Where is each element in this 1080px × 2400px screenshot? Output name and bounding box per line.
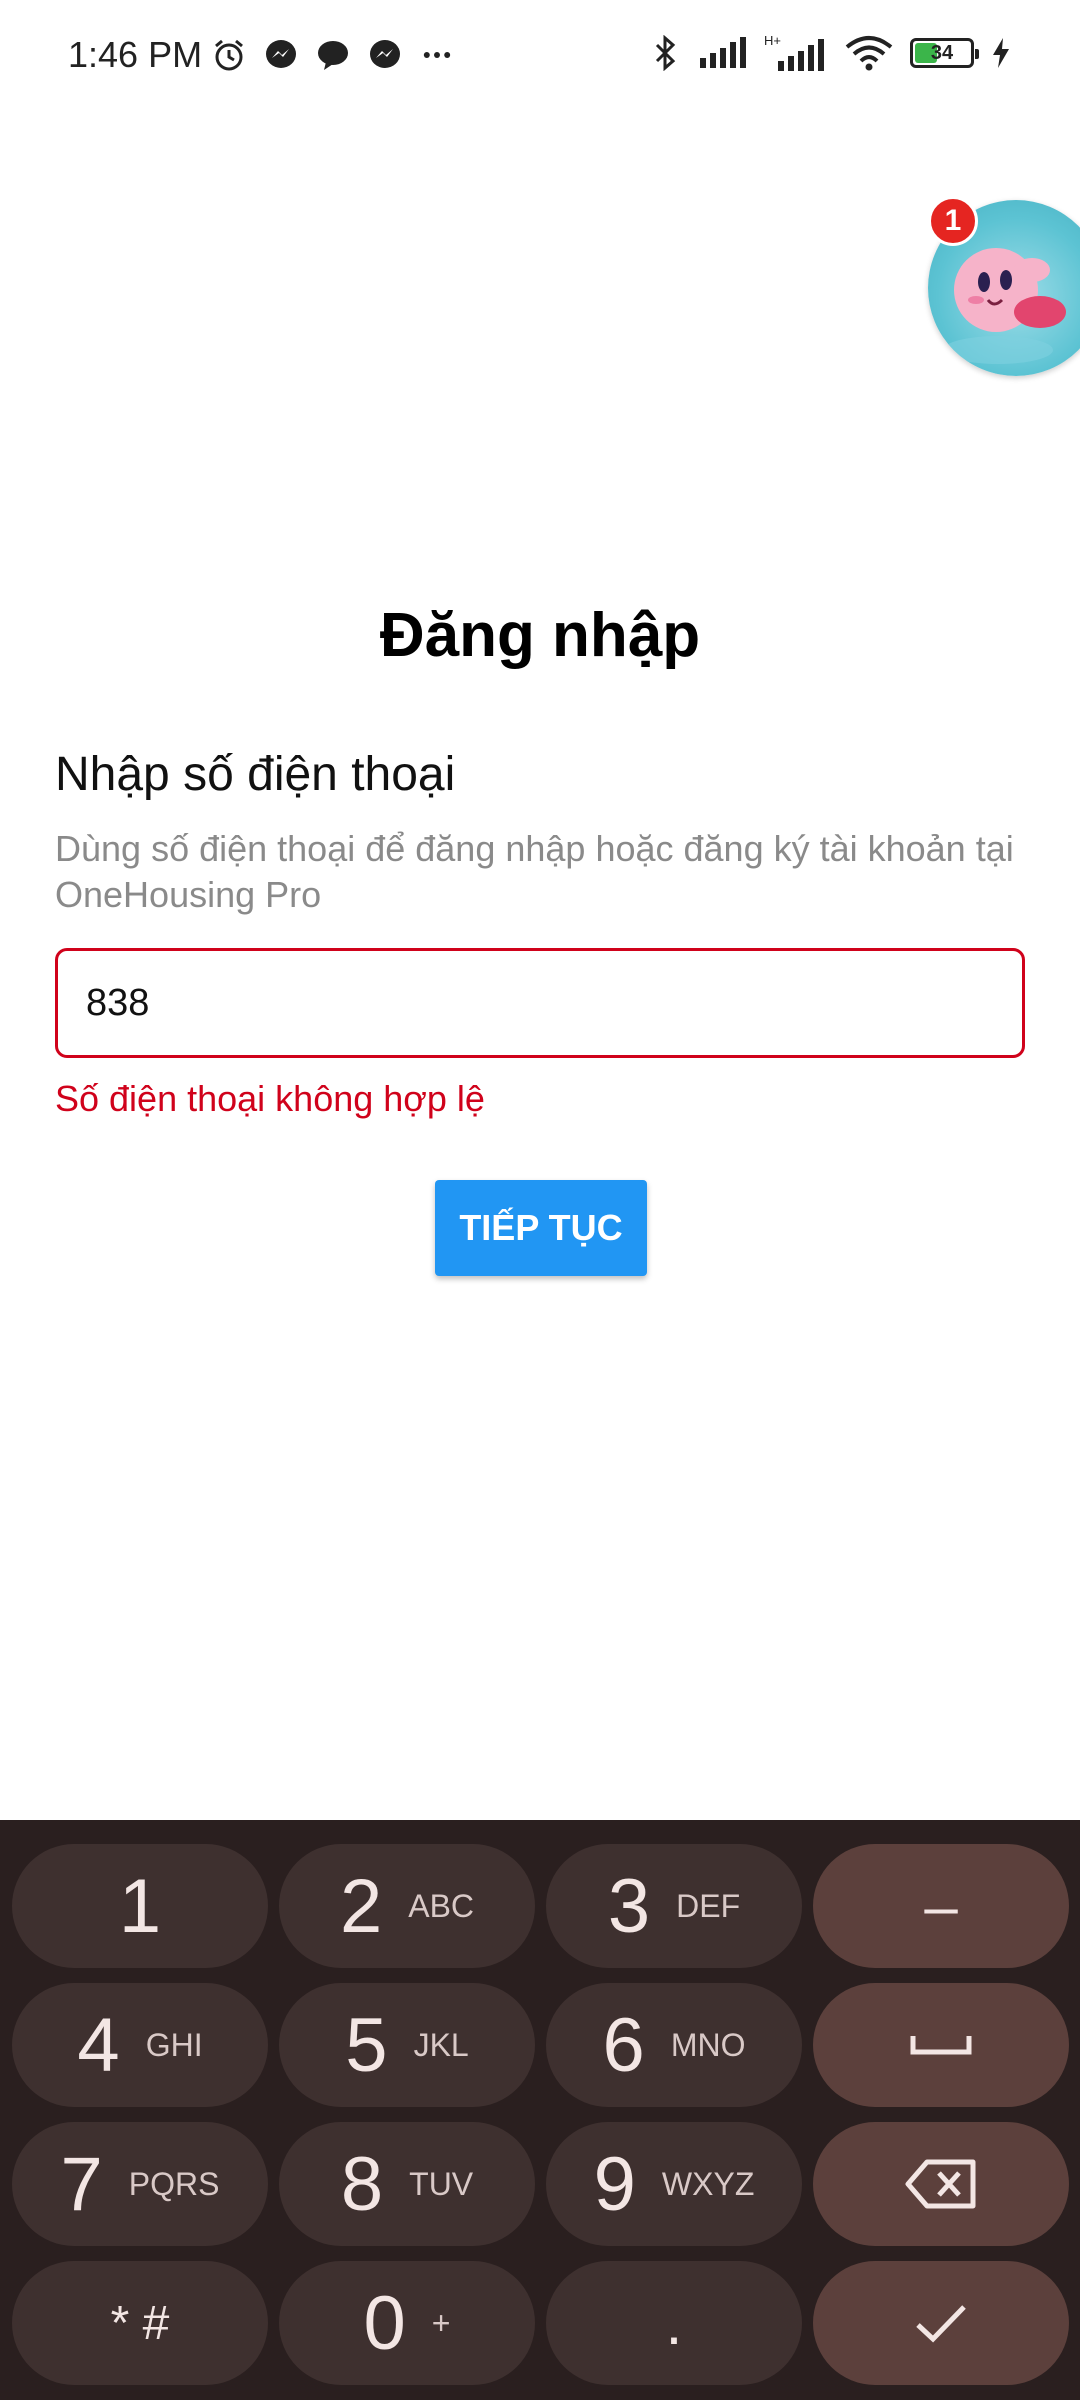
notification-badge: 1 bbox=[928, 196, 978, 246]
key-letters: PQRS bbox=[128, 2165, 220, 2202]
space-icon bbox=[910, 2036, 972, 2055]
key-2[interactable]: 2 ABC bbox=[279, 1844, 535, 1968]
key-letters: + bbox=[431, 2304, 451, 2341]
check-icon bbox=[916, 2305, 966, 2343]
messenger-icon bbox=[368, 38, 402, 72]
bluetooth-icon bbox=[648, 35, 682, 71]
notification-icons bbox=[212, 38, 454, 72]
key-letters: WXYZ bbox=[661, 2165, 755, 2202]
phone-input[interactable] bbox=[55, 948, 1025, 1058]
phone-label: Nhập số điện thoại bbox=[55, 748, 456, 801]
battery-icon: 34 bbox=[910, 38, 979, 68]
svg-text:H+: H+ bbox=[764, 33, 781, 48]
key-0[interactable]: 0 + bbox=[279, 2261, 535, 2385]
key-digit: 9 bbox=[593, 2141, 636, 2227]
signal-icon bbox=[698, 36, 748, 70]
key-3[interactable]: 3 DEF bbox=[546, 1844, 802, 1968]
key-7[interactable]: 7 PQRS bbox=[12, 2122, 268, 2246]
key-digit: 7 bbox=[60, 2141, 103, 2227]
key-digit: 2 bbox=[339, 1863, 383, 1949]
minus-icon: – bbox=[924, 1872, 958, 1940]
key-star-hash[interactable]: * # bbox=[12, 2261, 268, 2385]
key-1[interactable]: 1 bbox=[12, 1844, 268, 1968]
key-9[interactable]: 9 WXYZ bbox=[546, 2122, 802, 2246]
key-letters: MNO bbox=[670, 2026, 746, 2063]
key-digit: 6 bbox=[602, 2002, 645, 2088]
key-5[interactable]: 5 JKL bbox=[279, 1983, 535, 2107]
key-4[interactable]: 4 GHI bbox=[12, 1983, 268, 2107]
battery-level: 34 bbox=[930, 41, 954, 64]
key-6[interactable]: 6 MNO bbox=[546, 1983, 802, 2107]
key-digit: 4 bbox=[77, 2002, 120, 2088]
system-icons: H+ 34 bbox=[648, 33, 1012, 71]
key-letters: TUV bbox=[409, 2165, 474, 2202]
key-digit: 1 bbox=[118, 1863, 162, 1949]
page-title: Đăng nhập bbox=[379, 601, 701, 670]
key-digit: 5 bbox=[345, 2002, 388, 2088]
key-backspace[interactable] bbox=[813, 2122, 1069, 2246]
status-time: 1:46 PM bbox=[68, 34, 203, 75]
key-minus[interactable]: – bbox=[813, 1844, 1069, 1968]
numeric-keyboard: 1 2 ABC 3 DEF – 4 GHI 5 JKL 6 MNO 7 PQRS 8 TUV … bbox=[0, 1820, 1080, 2400]
key-letters: ABC bbox=[408, 1887, 475, 1924]
charging-icon bbox=[990, 36, 1012, 70]
key-digit: 0 bbox=[363, 2280, 406, 2366]
key-symbols: * # bbox=[110, 2296, 170, 2350]
key-period[interactable]: . bbox=[546, 2261, 802, 2385]
key-letters: GHI bbox=[145, 2026, 203, 2063]
alarm-icon bbox=[212, 38, 246, 72]
key-space[interactable] bbox=[813, 1983, 1069, 2107]
chat-icon bbox=[316, 38, 350, 72]
key-letters: JKL bbox=[413, 2026, 469, 2063]
key-symbols: . bbox=[665, 2289, 683, 2357]
phone-description: Dùng số điện thoại để đăng nhập hoặc đăn… bbox=[55, 828, 1014, 915]
key-digit: 3 bbox=[607, 1863, 651, 1949]
wifi-icon bbox=[844, 36, 894, 71]
status-bar: 1:46 PM H+ 34 bbox=[0, 0, 1080, 118]
messenger-icon bbox=[264, 38, 298, 72]
key-digit: 8 bbox=[340, 2141, 384, 2227]
hplus-signal-icon: H+ bbox=[764, 33, 828, 71]
key-letters: DEF bbox=[676, 1887, 741, 1924]
error-message: Số điện thoại không hợp lệ bbox=[55, 1078, 485, 1119]
key-8[interactable]: 8 TUV bbox=[279, 2122, 535, 2246]
backspace-icon bbox=[905, 2159, 976, 2209]
continue-button[interactable]: TIẾP TỤC bbox=[435, 1180, 647, 1276]
key-done[interactable] bbox=[813, 2261, 1069, 2385]
more-icon bbox=[420, 38, 454, 72]
